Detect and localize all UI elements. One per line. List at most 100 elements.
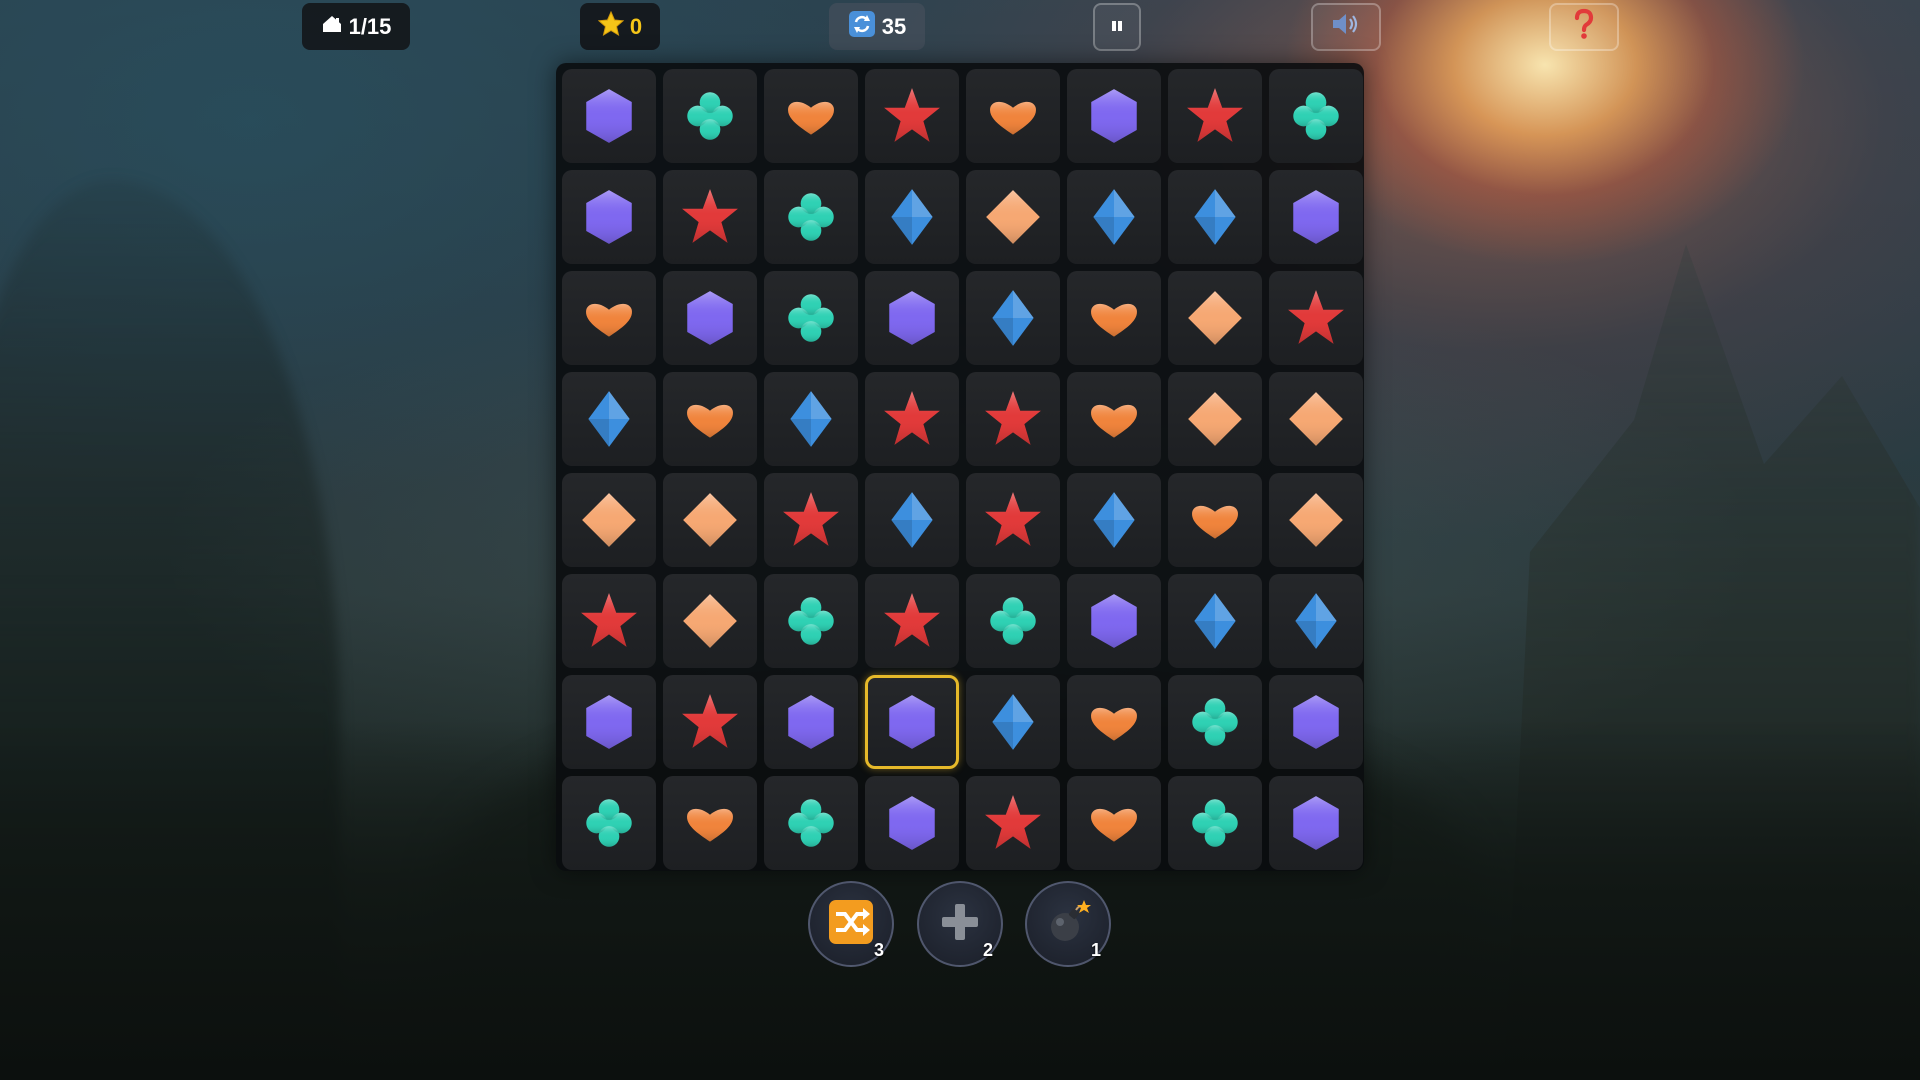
board-cell[interactable] — [1168, 271, 1262, 365]
board-cell[interactable] — [966, 372, 1060, 466]
diamond-gem-icon — [1083, 186, 1145, 248]
board-cell[interactable] — [562, 776, 656, 870]
board-cell[interactable] — [1168, 372, 1262, 466]
board-cell[interactable] — [1269, 271, 1363, 365]
board-cell[interactable] — [562, 473, 656, 567]
board-cell[interactable] — [1168, 574, 1262, 668]
board-cell[interactable] — [663, 574, 757, 668]
board-cell[interactable] — [562, 574, 656, 668]
diamond-gem-icon — [881, 186, 943, 248]
board-cell[interactable] — [663, 776, 757, 870]
star-gem-icon — [982, 792, 1044, 854]
board-cell[interactable] — [562, 372, 656, 466]
board-cell[interactable] — [1067, 271, 1161, 365]
board-cell[interactable] — [1168, 675, 1262, 769]
add-moves-powerup-button[interactable]: 2 — [917, 881, 1003, 967]
background-cliff-right — [1504, 244, 1920, 1080]
star-gem-icon — [679, 186, 741, 248]
board-cell[interactable] — [663, 170, 757, 264]
shuffle-count: 3 — [873, 940, 884, 960]
board-cell[interactable] — [1067, 473, 1161, 567]
board-cell[interactable] — [1067, 69, 1161, 163]
board-cell[interactable] — [1269, 473, 1363, 567]
board-cell[interactable] — [1269, 574, 1363, 668]
heart-gem-icon — [578, 287, 640, 349]
shuffle-powerup-button[interactable]: 3 — [808, 881, 894, 967]
board-cell[interactable] — [764, 776, 858, 870]
board-cell[interactable] — [562, 675, 656, 769]
board-cell[interactable] — [865, 776, 959, 870]
board-cell[interactable] — [764, 372, 858, 466]
board-cell[interactable] — [1168, 473, 1262, 567]
board-cell[interactable] — [663, 271, 757, 365]
board-cell[interactable] — [663, 372, 757, 466]
board-cell[interactable] — [562, 69, 656, 163]
topaz-gem-icon — [1285, 388, 1347, 450]
board-cell[interactable] — [966, 69, 1060, 163]
heart-gem-icon — [1083, 792, 1145, 854]
diamond-gem-icon — [578, 388, 640, 450]
board-cell[interactable] — [865, 574, 959, 668]
star-gem-icon — [881, 388, 943, 450]
clover-gem-icon — [578, 792, 640, 854]
board-cell[interactable] — [966, 675, 1060, 769]
board-cell[interactable] — [1168, 170, 1262, 264]
board-cell[interactable] — [1067, 675, 1161, 769]
board-cell[interactable] — [865, 473, 959, 567]
board-cell[interactable] — [966, 776, 1060, 870]
hexagon-gem-icon — [578, 85, 640, 147]
board-cell[interactable] — [966, 271, 1060, 365]
board-cell[interactable] — [966, 574, 1060, 668]
board-cell[interactable] — [764, 170, 858, 264]
bomb-powerup-button[interactable]: 1 — [1025, 881, 1111, 967]
board-cell[interactable] — [1269, 69, 1363, 163]
board-cell[interactable] — [1067, 574, 1161, 668]
board-cell[interactable] — [764, 271, 858, 365]
board-cell[interactable] — [1269, 675, 1363, 769]
board-cell[interactable] — [865, 271, 959, 365]
diamond-gem-icon — [780, 388, 842, 450]
board-cell[interactable] — [1067, 776, 1161, 870]
board-cell[interactable] — [966, 473, 1060, 567]
board-cell[interactable] — [1067, 170, 1161, 264]
board-cell[interactable] — [966, 170, 1060, 264]
board-cell[interactable] — [663, 675, 757, 769]
clover-gem-icon — [679, 85, 741, 147]
board-cell[interactable] — [663, 473, 757, 567]
help-button[interactable] — [1549, 3, 1619, 51]
hexagon-gem-icon — [578, 186, 640, 248]
clover-gem-icon — [780, 287, 842, 349]
pause-button[interactable] — [1093, 3, 1141, 51]
question-icon — [1573, 8, 1595, 46]
board-cell[interactable] — [1168, 69, 1262, 163]
board-cell[interactable] — [562, 170, 656, 264]
diamond-gem-icon — [982, 691, 1044, 753]
board-cell[interactable] — [663, 69, 757, 163]
moves-value: 35 — [881, 13, 907, 39]
topaz-gem-icon — [679, 590, 741, 652]
diamond-gem-icon — [982, 287, 1044, 349]
topaz-gem-icon — [1285, 489, 1347, 551]
board-cell[interactable] — [1269, 776, 1363, 870]
score-value: 0 — [629, 13, 643, 39]
plus-icon — [937, 899, 983, 950]
board-cell[interactable] — [1269, 170, 1363, 264]
board-cell[interactable] — [764, 675, 858, 769]
hexagon-gem-icon — [1083, 85, 1145, 147]
sound-button[interactable] — [1311, 3, 1381, 51]
topaz-gem-icon — [1184, 287, 1246, 349]
board-cell[interactable] — [562, 271, 656, 365]
board-cell[interactable] — [764, 69, 858, 163]
diamond-gem-icon — [1184, 186, 1246, 248]
board-cell[interactable] — [1168, 776, 1262, 870]
level-text: 1/15 — [348, 13, 392, 39]
board-cell[interactable] — [865, 170, 959, 264]
board-cell[interactable] — [865, 372, 959, 466]
hexagon-gem-icon — [1285, 691, 1347, 753]
board-cell[interactable] — [1067, 372, 1161, 466]
board-cell[interactable] — [865, 675, 959, 769]
board-cell[interactable] — [764, 574, 858, 668]
board-cell[interactable] — [764, 473, 858, 567]
board-cell[interactable] — [865, 69, 959, 163]
board-cell[interactable] — [1269, 372, 1363, 466]
